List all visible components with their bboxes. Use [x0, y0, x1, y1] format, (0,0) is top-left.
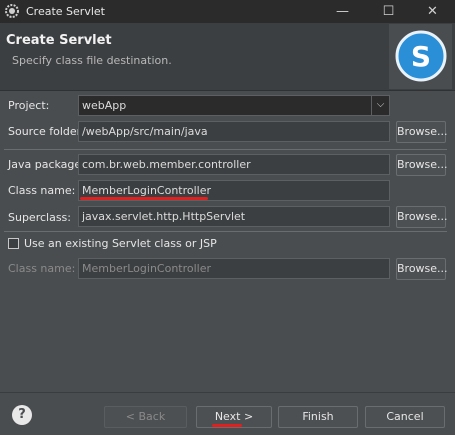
superclass-label: Superclass: [8, 211, 71, 224]
section-divider [4, 231, 447, 232]
existing-class-value: MemberLoginController [82, 262, 212, 275]
superclass-value: javax.servlet.http.HttpServlet [82, 210, 246, 223]
java-package-value: com.br.web.member.controller [82, 158, 251, 171]
page-subtitle: Specify class file destination. [12, 54, 172, 67]
source-folder-value: /webApp/src/main/java [82, 125, 208, 138]
chevron-down-icon[interactable]: ⌵ [371, 96, 389, 115]
minimize-button[interactable]: — [320, 0, 365, 23]
help-icon[interactable]: ? [12, 405, 32, 425]
class-name-value: MemberLoginController [82, 184, 212, 197]
cancel-button[interactable]: Cancel [365, 406, 445, 428]
browse-source-folder-button[interactable]: Browse... [396, 121, 448, 143]
back-button[interactable]: < Back [104, 406, 187, 428]
svg-text:S: S [411, 40, 431, 73]
class-name-label: Class name: [8, 184, 76, 197]
finish-button[interactable]: Finish [278, 406, 358, 428]
browse-superclass-button[interactable]: Browse... [396, 206, 448, 228]
use-existing-checkbox[interactable] [8, 238, 19, 249]
project-select[interactable]: webApp [78, 95, 390, 116]
close-button[interactable]: ✕ [410, 0, 455, 23]
browse-package-button[interactable]: Browse... [396, 154, 448, 176]
source-folder-field[interactable]: /webApp/src/main/java [78, 121, 390, 142]
window-title: Create Servlet [26, 5, 105, 18]
use-existing-label[interactable]: Use an existing Servlet class or JSP [24, 237, 217, 250]
eclipse-gear-icon [5, 4, 19, 18]
class-name-highlight [80, 197, 208, 200]
footer-divider [0, 392, 455, 393]
page-title: Create Servlet [6, 33, 112, 48]
next-highlight [212, 424, 242, 427]
superclass-field[interactable]: javax.servlet.http.HttpServlet [78, 206, 390, 227]
java-package-label: Java package: [8, 158, 85, 171]
existing-class-field[interactable]: MemberLoginController [78, 258, 390, 279]
wizard-logo: S [389, 24, 452, 89]
maximize-button[interactable]: ☐ [366, 0, 411, 23]
project-value: webApp [82, 99, 127, 112]
header-divider [0, 90, 455, 91]
project-label: Project: [8, 99, 50, 112]
browse-existing-button[interactable]: Browse... [396, 258, 448, 280]
servlet-logo-icon: S [395, 30, 447, 82]
existing-class-label: Class name: [8, 262, 76, 275]
java-package-field[interactable]: com.br.web.member.controller [78, 154, 390, 175]
source-folder-label: Source folder: [8, 125, 85, 138]
section-divider [4, 149, 447, 150]
